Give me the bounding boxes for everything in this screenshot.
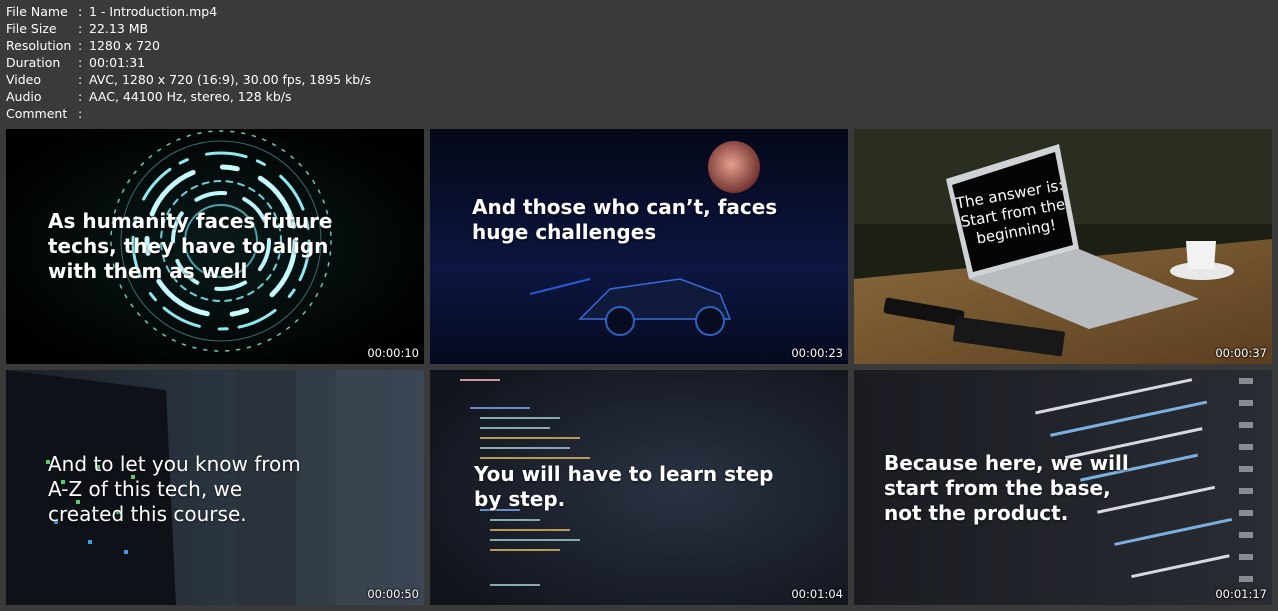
info-value: 1 - Introduction.mp4 [89,4,218,19]
video-thumbnail[interactable]: You will have to learn step by step. 00:… [430,370,848,605]
thumbnail-timestamp: 00:00:50 [367,587,419,601]
info-separator: : [78,4,83,19]
info-value: 00:01:31 [89,55,146,70]
info-value: AVC, 1280 x 720 (16:9), 30.00 fps, 1895 … [89,72,371,87]
thumbnail-caption: And those who can’t, faces huge challeng… [472,195,778,244]
info-row-resolution: Resolution : 1280 x 720 [6,37,371,54]
thumbnail-timestamp: 00:00:37 [1215,346,1267,360]
info-row-comment: Comment : [6,105,371,122]
info-row-duration: Duration : 00:01:31 [6,54,371,71]
info-label: Video [6,72,42,87]
thumbnail-image [854,129,1272,364]
video-thumbnail[interactable]: The answer is: Start from the beginning!… [854,129,1272,364]
thumbnail-caption: Because here, we will start from the bas… [884,451,1129,525]
info-separator: : [78,55,83,70]
video-thumbnail[interactable]: And to let you know from A-Z of this tec… [6,370,424,605]
info-row-video: Video : AVC, 1280 x 720 (16:9), 30.00 fp… [6,71,371,88]
thumbnail-timestamp: 00:00:10 [367,346,419,360]
info-separator: : [78,21,83,36]
video-thumbnail[interactable]: Because here, we will start from the bas… [854,370,1272,605]
info-label: Audio [6,89,42,104]
info-value: 22.13 MB [89,21,149,36]
thumbnail-image [430,129,848,364]
info-label: Comment [6,106,68,121]
info-separator: : [78,72,83,87]
thumbnail-timestamp: 00:00:23 [791,346,843,360]
info-value: AAC, 44100 Hz, stereo, 128 kb/s [89,89,292,104]
info-row-file-name: File Name : 1 - Introduction.mp4 [6,3,371,20]
thumbnail-caption: As humanity faces future techs, they hav… [48,209,333,283]
file-info-panel: File Name : 1 - Introduction.mp4 File Si… [6,3,371,122]
thumbnail-caption: And to let you know from A-Z of this tec… [48,452,301,526]
info-row-audio: Audio : AAC, 44100 Hz, stereo, 128 kb/s [6,88,371,105]
video-thumbnail[interactable]: And those who can’t, faces huge challeng… [430,129,848,364]
info-separator: : [78,38,83,53]
info-row-file-size: File Size : 22.13 MB [6,20,371,37]
info-separator: : [78,89,83,104]
info-label: File Size [6,21,57,36]
thumbnail-timestamp: 00:01:04 [791,587,843,601]
info-value: 1280 x 720 [89,38,161,53]
info-label: Duration [6,55,61,70]
video-thumbnail[interactable]: As humanity faces future techs, they hav… [6,129,424,364]
info-label: File Name [6,4,68,19]
thumbnail-timestamp: 00:01:17 [1215,587,1267,601]
info-label: Resolution [6,38,72,53]
info-separator: : [78,106,83,121]
thumbnail-caption: You will have to learn step by step. [474,462,774,511]
